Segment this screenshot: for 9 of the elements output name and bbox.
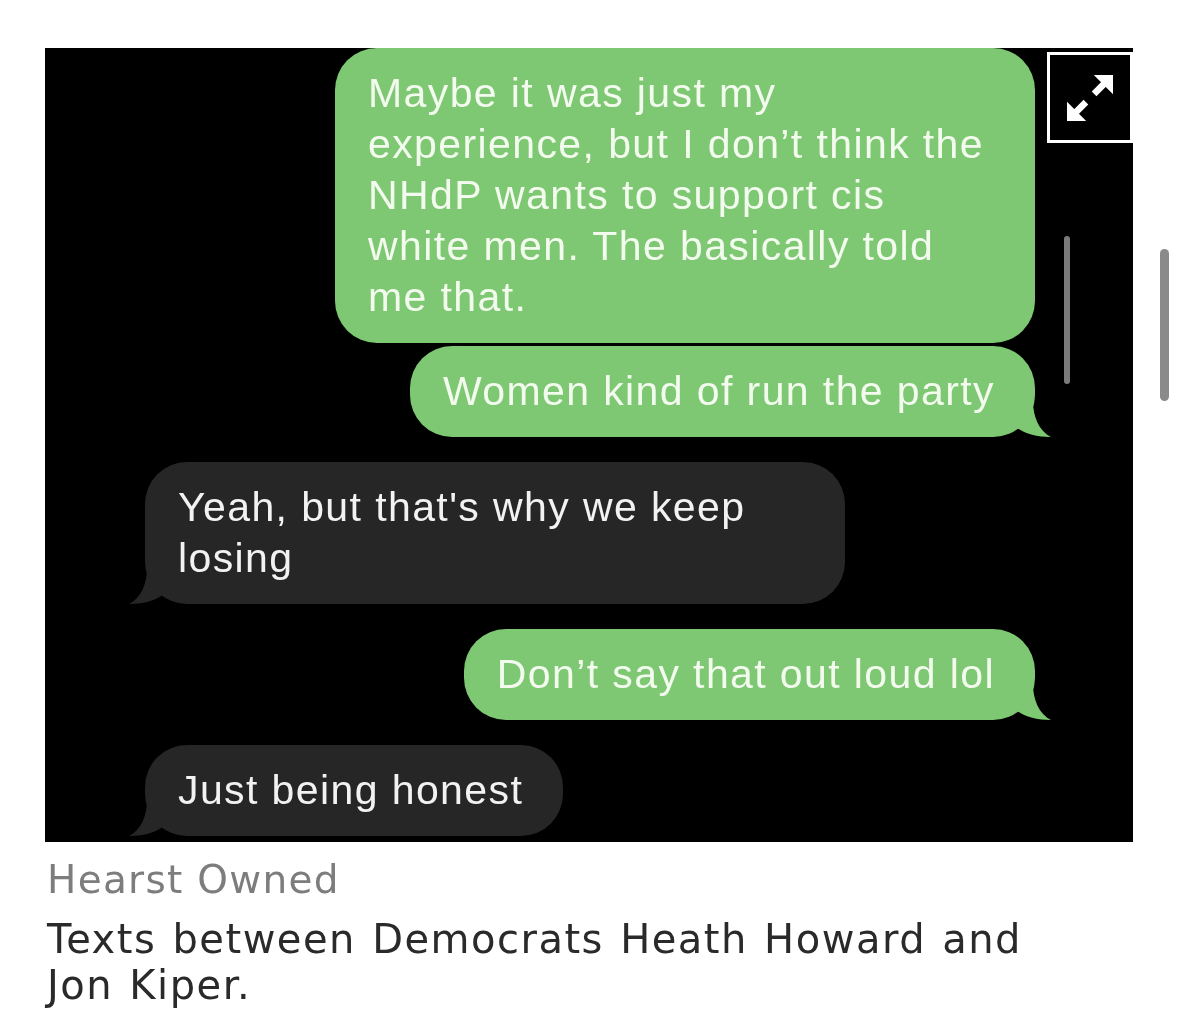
- image-credit: Hearst Owned: [47, 858, 340, 902]
- message-bubble: Don’t say that out loud lol: [463, 629, 1035, 720]
- message-bubble: Just being honest: [145, 745, 564, 836]
- message-bubble: Maybe it was just my experience, but I don’t think the NHdP wants to support cis white men. The basically told me that.: [335, 48, 1035, 343]
- expand-button[interactable]: [1047, 52, 1133, 143]
- message-bubble: Women kind of run the party: [409, 346, 1035, 437]
- message-bubble: Yeah, but that's why we keep losing: [145, 462, 845, 604]
- expand-icon: [1067, 74, 1113, 121]
- image-caption: Texts between Democrats Heath Howard and Jon Kiper.: [47, 916, 1023, 1008]
